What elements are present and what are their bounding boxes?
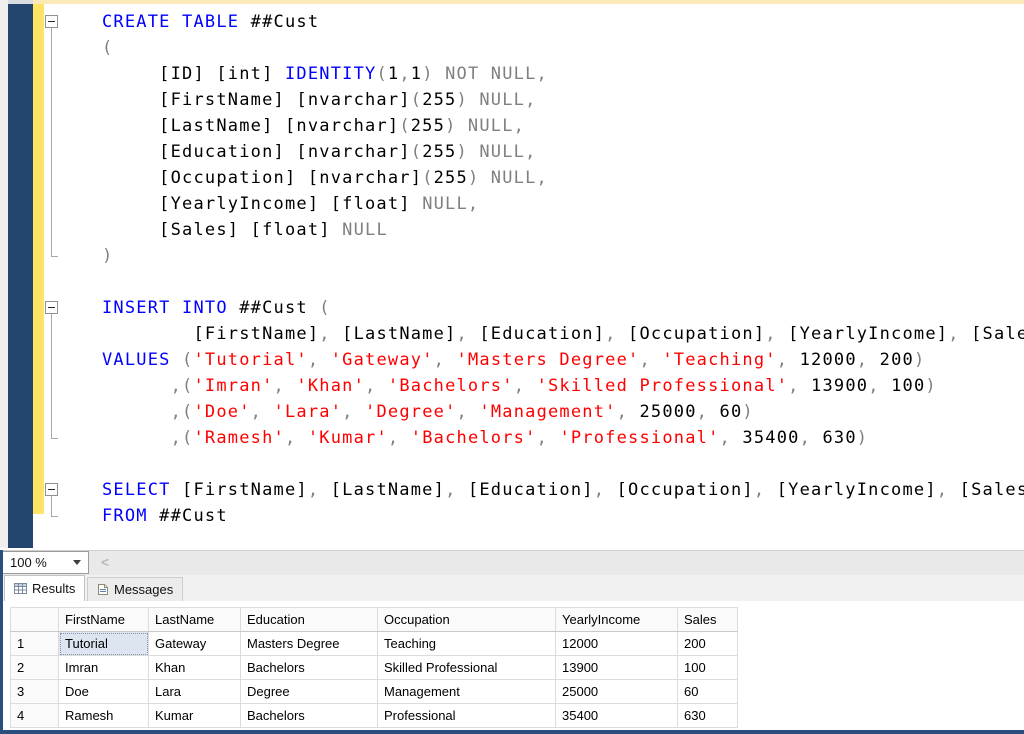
grid-cell[interactable]: Lara (149, 680, 241, 704)
grid-cell[interactable]: Ramesh (59, 704, 149, 728)
zoom-value: 100 % (2, 555, 73, 570)
zoom-selector[interactable]: 100 % (1, 551, 89, 574)
messages-icon (97, 583, 109, 596)
code-line[interactable] (102, 269, 1024, 295)
change-tracking-bar (33, 4, 44, 514)
collapse-region-icon[interactable] (45, 483, 58, 496)
grid-corner-header[interactable] (11, 608, 59, 632)
code-line[interactable]: [FirstName] [nvarchar](255) NULL, (102, 87, 1024, 113)
fold-connector-line (51, 28, 52, 256)
code-line[interactable]: FROM ##Cust (102, 503, 1024, 529)
code-line[interactable]: VALUES ('Tutorial', 'Gateway', 'Masters … (102, 347, 1024, 373)
grid-column-header[interactable]: LastName (149, 608, 241, 632)
grid-cell[interactable]: 13900 (556, 656, 678, 680)
code-line[interactable]: INSERT INTO ##Cust ( (102, 295, 1024, 321)
grid-cell[interactable]: 100 (678, 656, 738, 680)
tab-results[interactable]: Results (4, 575, 85, 601)
results-tab-bar: Results Messages (3, 575, 1024, 601)
fold-connector-corner (51, 516, 58, 517)
code-line[interactable]: [Education] [nvarchar](255) NULL, (102, 139, 1024, 165)
sql-editor[interactable]: CREATE TABLE ##Cust( [ID] [int] IDENTITY… (44, 4, 1024, 548)
grid-column-header[interactable]: Sales (678, 608, 738, 632)
grid-cell[interactable]: 630 (678, 704, 738, 728)
grid-row: 1TutorialGatewayMasters DegreeTeaching12… (11, 632, 738, 656)
grid-cell[interactable]: Management (378, 680, 556, 704)
grid-cell[interactable]: Degree (241, 680, 378, 704)
grid-column-header[interactable]: Occupation (378, 608, 556, 632)
grid-cell[interactable]: 35400 (556, 704, 678, 728)
code-line[interactable]: [FirstName], [LastName], [Education], [O… (102, 321, 1024, 347)
window-edge-bar (8, 4, 33, 548)
collapse-region-icon[interactable] (45, 301, 58, 314)
grid-row: 3DoeLaraDegreeManagement2500060 (11, 680, 738, 704)
fold-connector-corner (51, 256, 58, 257)
code-line[interactable] (102, 451, 1024, 477)
chevron-down-icon (73, 560, 81, 565)
results-grid-area: FirstNameLastNameEducationOccupationYear… (3, 601, 1024, 730)
code-line[interactable]: [LastName] [nvarchar](255) NULL, (102, 113, 1024, 139)
code-line[interactable]: [ID] [int] IDENTITY(1,1) NOT NULL, (102, 61, 1024, 87)
grid-cell[interactable]: Doe (59, 680, 149, 704)
code-line[interactable]: SELECT [FirstName], [LastName], [Educati… (102, 477, 1024, 503)
panel-bottom-border (0, 730, 1024, 734)
scroll-left-arrow-icon[interactable]: < (101, 554, 109, 570)
grid-row-number[interactable]: 2 (11, 656, 59, 680)
fold-connector-line (51, 496, 52, 516)
panel-left-border (0, 550, 3, 734)
fold-connector-line (51, 314, 52, 438)
grid-row: 4RameshKumarBachelorsProfessional3540063… (11, 704, 738, 728)
results-grid: FirstNameLastNameEducationOccupationYear… (10, 607, 738, 728)
grid-cell[interactable]: 25000 (556, 680, 678, 704)
code-line[interactable]: [Sales] [float] NULL (102, 217, 1024, 243)
grid-cell[interactable]: Gateway (149, 632, 241, 656)
editor-scroll-strip[interactable]: 100 % < (3, 550, 1024, 576)
grid-column-header[interactable]: YearlyIncome (556, 608, 678, 632)
grid-row: 2ImranKhanBachelorsSkilled Professional1… (11, 656, 738, 680)
grid-cell[interactable]: Tutorial (59, 632, 149, 656)
code-line[interactable]: ,('Ramesh', 'Kumar', 'Bachelors', 'Profe… (102, 425, 1024, 451)
tab-messages[interactable]: Messages (87, 577, 183, 601)
grid-cell[interactable]: Kumar (149, 704, 241, 728)
grid-cell[interactable]: 12000 (556, 632, 678, 656)
grid-cell[interactable]: Professional (378, 704, 556, 728)
grid-cell[interactable]: Imran (59, 656, 149, 680)
fold-connector-corner (51, 438, 58, 439)
code-line[interactable]: ,('Imran', 'Khan', 'Bachelors', 'Skilled… (102, 373, 1024, 399)
results-grid-icon (14, 582, 27, 595)
grid-row-number[interactable]: 4 (11, 704, 59, 728)
grid-cell[interactable]: 200 (678, 632, 738, 656)
grid-cell[interactable]: Bachelors (241, 656, 378, 680)
collapse-region-icon[interactable] (45, 15, 58, 28)
code-line[interactable]: [YearlyIncome] [float] NULL, (102, 191, 1024, 217)
sql-code-text[interactable]: CREATE TABLE ##Cust( [ID] [int] IDENTITY… (44, 4, 1024, 529)
grid-cell[interactable]: Masters Degree (241, 632, 378, 656)
ssms-query-window: CREATE TABLE ##Cust( [ID] [int] IDENTITY… (0, 0, 1024, 734)
code-line[interactable]: CREATE TABLE ##Cust (102, 9, 1024, 35)
grid-column-header[interactable]: Education (241, 608, 378, 632)
code-line[interactable]: ) (102, 243, 1024, 269)
grid-row-number[interactable]: 3 (11, 680, 59, 704)
code-line[interactable]: ( (102, 35, 1024, 61)
grid-cell[interactable]: Teaching (378, 632, 556, 656)
grid-cell[interactable]: Bachelors (241, 704, 378, 728)
code-line[interactable]: ,('Doe', 'Lara', 'Degree', 'Management',… (102, 399, 1024, 425)
code-line[interactable]: [Occupation] [nvarchar](255) NULL, (102, 165, 1024, 191)
grid-cell[interactable]: Skilled Professional (378, 656, 556, 680)
grid-cell[interactable]: 60 (678, 680, 738, 704)
results-panel: 100 % < Results (0, 548, 1024, 734)
grid-header-row: FirstNameLastNameEducationOccupationYear… (11, 608, 738, 632)
tab-messages-label: Messages (114, 582, 173, 597)
grid-row-number[interactable]: 1 (11, 632, 59, 656)
tab-results-label: Results (32, 581, 75, 596)
grid-cell[interactable]: Khan (149, 656, 241, 680)
grid-column-header[interactable]: FirstName (59, 608, 149, 632)
